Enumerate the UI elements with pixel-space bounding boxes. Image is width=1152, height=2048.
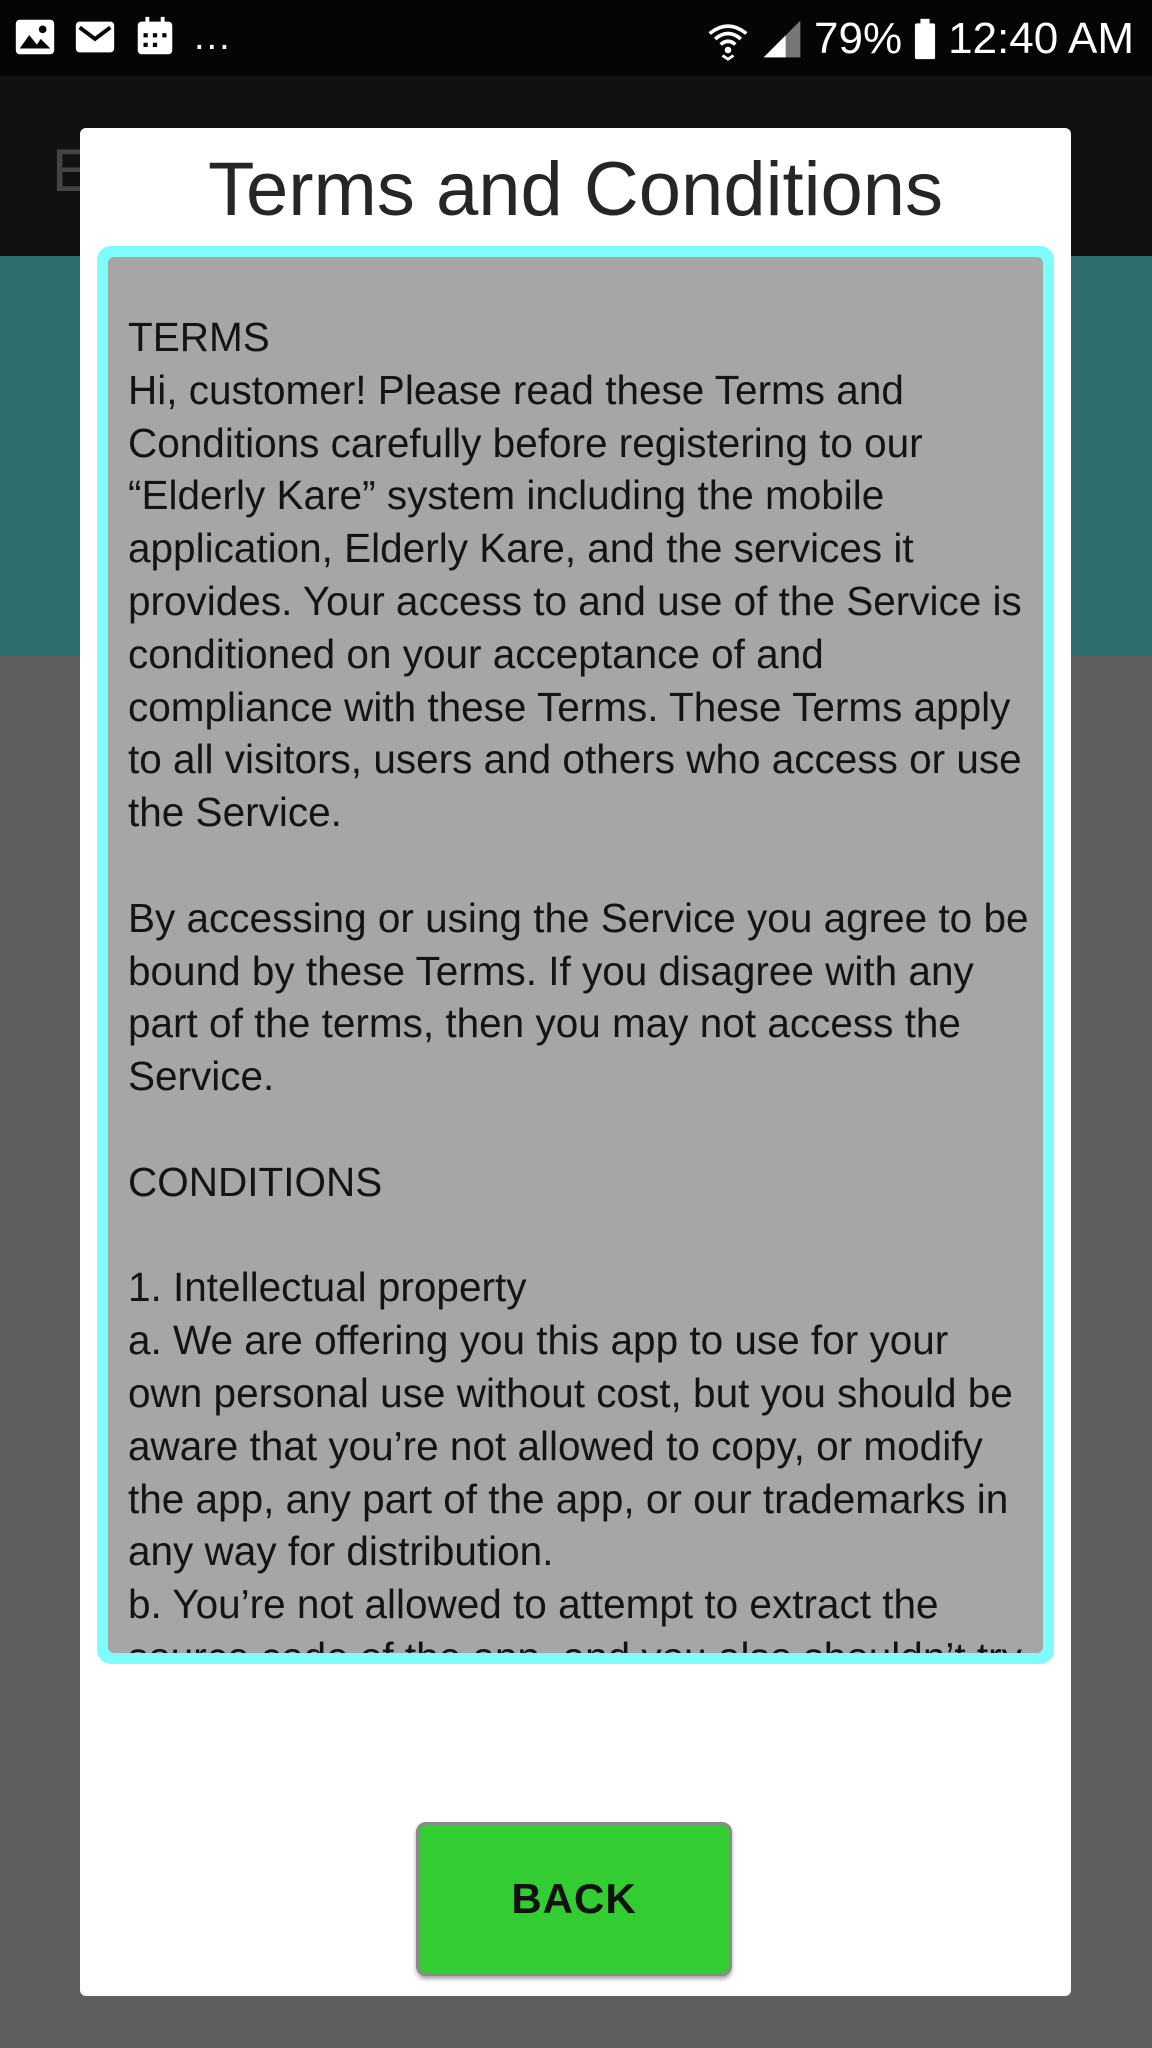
system-status: 79% 12:40 AM — [706, 8, 1134, 70]
battery-percent: 79% — [814, 14, 903, 63]
terms-scroll-frame[interactable]: TERMS Hi, customer! Please read these Te… — [97, 246, 1054, 1664]
signal-icon — [763, 20, 801, 58]
calendar-icon — [137, 16, 173, 55]
status-bar: ... 79% 12:40 AM — [0, 0, 1152, 76]
back-button[interactable]: BACK — [416, 1822, 732, 1976]
wifi-icon — [708, 24, 748, 61]
clock: 12:40 AM — [948, 14, 1134, 63]
dialog-title: Terms and Conditions — [207, 147, 944, 232]
terms-text: TERMS Hi, customer! Please read these Te… — [128, 314, 1029, 1653]
notification-icons: ... — [12, 14, 232, 60]
image-icon — [15, 19, 55, 55]
mail-icon — [75, 21, 115, 53]
terms-dialog: Terms and Conditions TERMS Hi, customer!… — [80, 128, 1071, 1996]
more-notifications: ... — [194, 16, 232, 58]
battery-icon — [915, 18, 936, 60]
terms-scroll-area[interactable]: TERMS Hi, customer! Please read these Te… — [108, 257, 1043, 1653]
